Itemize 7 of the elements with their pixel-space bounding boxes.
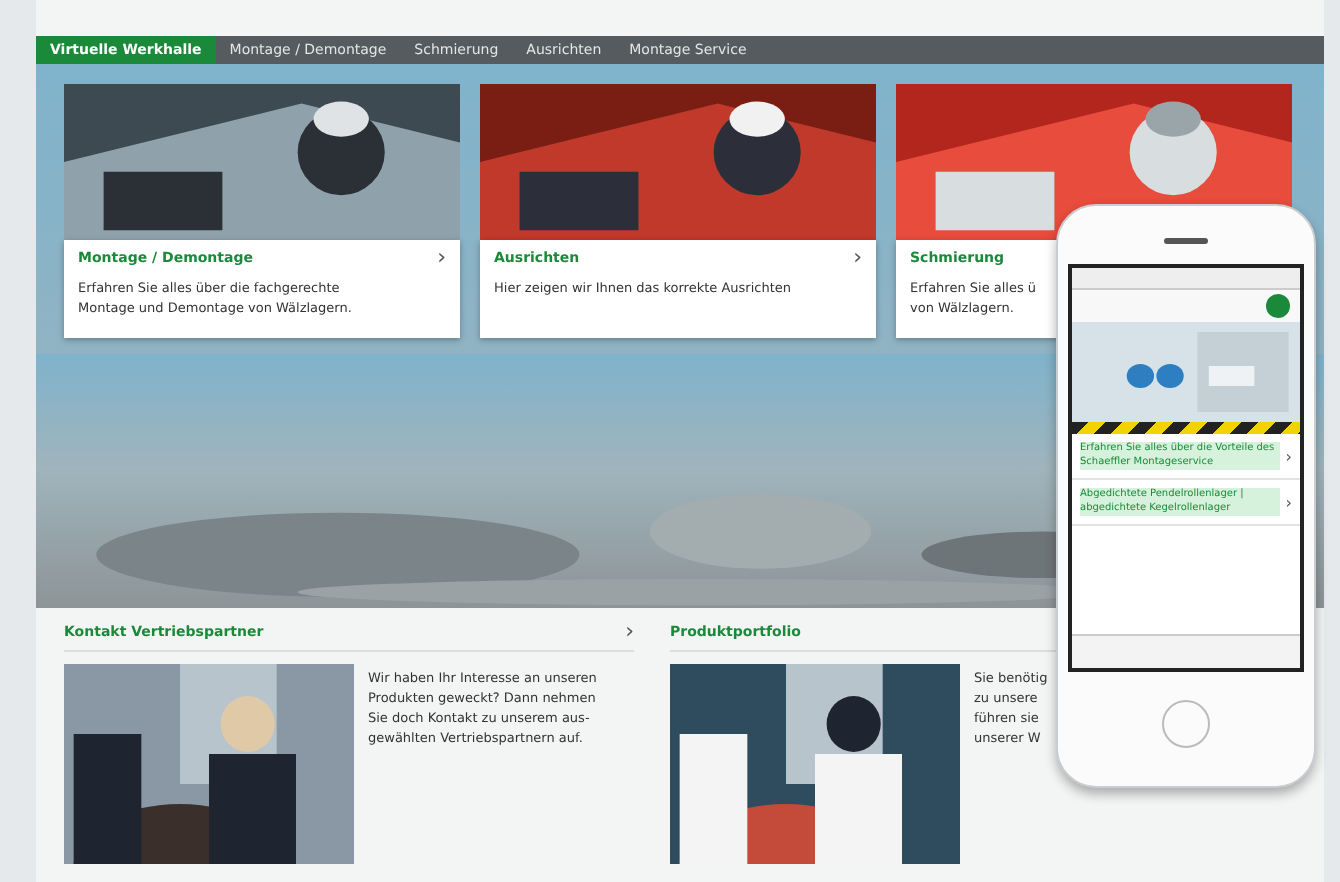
chevron-icon[interactable]: › — [853, 250, 862, 266]
chevron-icon[interactable]: › — [437, 250, 446, 266]
chevron-icon[interactable]: › — [1285, 447, 1292, 465]
chevron-icon[interactable]: › — [1285, 493, 1292, 511]
home-button[interactable] — [1162, 700, 1210, 748]
chevron-icon[interactable]: › — [625, 624, 634, 640]
speaker-icon — [1164, 238, 1208, 244]
